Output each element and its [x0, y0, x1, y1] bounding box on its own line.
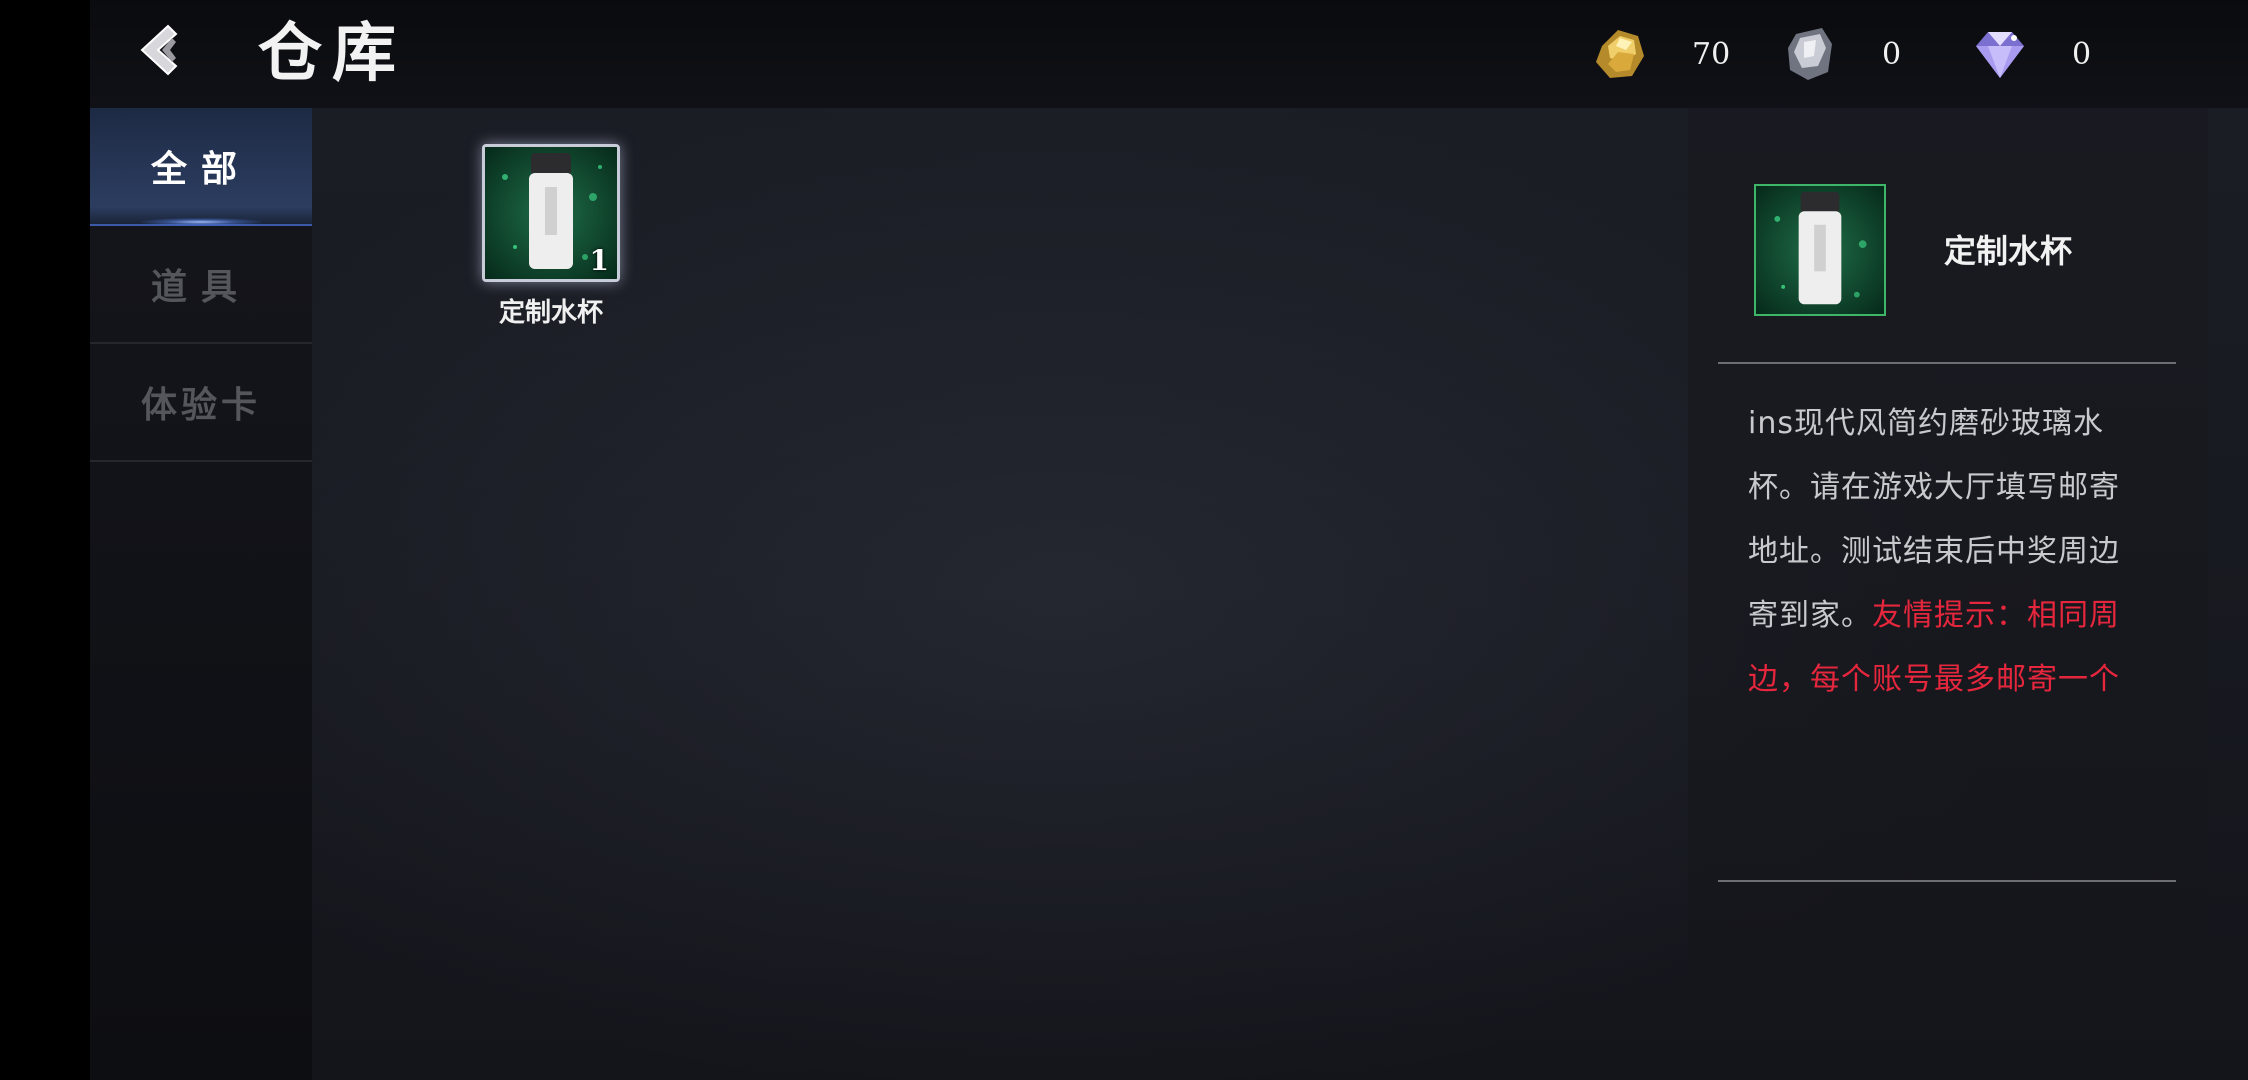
diamond-amount: 0	[2072, 36, 2092, 72]
water-bottle-icon	[1756, 186, 1884, 314]
currency-gold: 70	[1588, 22, 1732, 86]
diamond-icon	[1976, 32, 2024, 78]
divider-bottom	[1718, 880, 2176, 882]
item-count: 1	[589, 244, 609, 277]
silver-amount: 0	[1882, 36, 1902, 72]
item-frame: 1	[482, 144, 620, 282]
page-title: 仓库	[258, 16, 406, 91]
back-button[interactable]	[128, 18, 192, 82]
detail-description: ins现代风简约磨砂玻璃水杯。请在游戏大厅填写邮寄地址。测试结束后中奖周边寄到家…	[1748, 392, 2148, 722]
game-screen: 仓库 70 0 0 全部 道具 体验卡 1 定制水杯 定制水杯 ins现代风简约…	[90, 0, 2248, 1080]
item-name: 定制水杯	[498, 298, 603, 328]
item-detail-panel: 定制水杯 ins现代风简约磨砂玻璃水杯。请在游戏大厅填写邮寄地址。测试结束后中奖…	[1688, 108, 2208, 1080]
currency-diamond: 0	[1968, 22, 2112, 86]
inventory-grid: 1 定制水杯	[312, 108, 1772, 1080]
tab-trial-card[interactable]: 体验卡	[90, 344, 312, 462]
inventory-item[interactable]: 1 定制水杯	[482, 144, 620, 329]
gold-amount: 70	[1692, 36, 1731, 72]
tab-items[interactable]: 道具	[90, 226, 312, 344]
divider-top	[1718, 362, 2176, 364]
gold-ore-icon	[1596, 30, 1644, 78]
detail-item-name: 定制水杯	[1944, 232, 2073, 270]
currency-silver: 0	[1778, 22, 1922, 86]
detail-thumbnail	[1754, 184, 1886, 316]
category-sidebar: 全部 道具 体验卡	[90, 108, 312, 1080]
top-bar: 仓库 70 0 0	[90, 0, 2248, 108]
back-arrow-icon	[140, 24, 178, 76]
tab-all[interactable]: 全部	[90, 108, 312, 226]
silver-ore-icon	[1788, 28, 1832, 80]
